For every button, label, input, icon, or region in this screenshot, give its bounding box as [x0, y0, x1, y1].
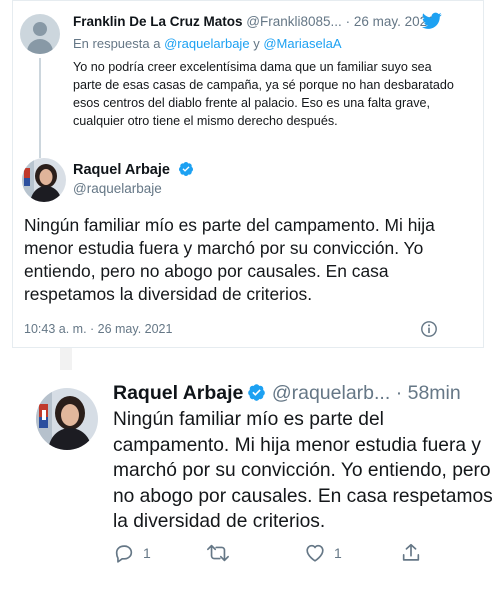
separator-dot: · [345, 14, 351, 29]
retweet-button[interactable] [206, 542, 230, 564]
reply-button[interactable]: 1 [113, 542, 151, 564]
reply-author-name[interactable]: Franklin De La Cruz Matos [73, 14, 243, 29]
author-avatar[interactable] [22, 158, 66, 202]
reply-tweet-text: Yo no podría creer excelentísima dama qu… [73, 60, 454, 128]
share-icon [402, 543, 420, 561]
reply-count: 1 [143, 545, 151, 561]
main-tweet-text: Ningún familiar mío es parte del campame… [24, 215, 435, 304]
mobile-author-header: Raquel Arbaje @raquelarb... · 58min [113, 382, 461, 405]
reply-to-user-link[interactable]: @MariaselaA [263, 36, 341, 51]
verified-icon [178, 162, 193, 176]
reply-to-user-link[interactable]: @raquelarbaje [164, 36, 249, 51]
avatar-head-shape [33, 22, 47, 36]
author-avatar[interactable] [36, 388, 98, 450]
mobile-author-handle[interactable]: @raquelarb... [272, 382, 390, 404]
author-avatar-image [36, 388, 98, 450]
tweet-timestamp[interactable]: 10:43 a. m. · 26 may. 2021 [24, 322, 172, 336]
author-name-text: Raquel Arbaje [73, 162, 170, 178]
mobile-time-ago: · 58min [395, 382, 461, 404]
share-button[interactable] [400, 542, 422, 564]
reply-icon [115, 545, 133, 563]
avatar-body-shape [27, 39, 53, 54]
retweet-icon [207, 544, 229, 562]
info-icon[interactable] [420, 320, 438, 338]
reply-to-line: En respuesta a @raquelarbaje y @Mariasel… [73, 36, 342, 51]
like-icon [306, 544, 324, 562]
reply-to-and: y [253, 36, 260, 51]
twitter-bird-icon[interactable] [422, 12, 442, 30]
mobile-author-name[interactable]: Raquel Arbaje [113, 382, 243, 404]
author-handle[interactable]: @raquelarbaje [73, 181, 162, 196]
like-button[interactable]: 1 [304, 542, 342, 564]
reply-author-handle[interactable]: @Frankli8085... [246, 14, 342, 29]
author-name[interactable]: Raquel Arbaje [73, 161, 194, 178]
reply-to-prefix: En respuesta a [73, 36, 161, 51]
thread-connector-line [39, 58, 41, 158]
verified-icon [248, 384, 266, 401]
mobile-tweet-text: Ningún familiar mío es parte del campame… [113, 409, 493, 532]
reply-tweet-header: Franklin De La Cruz Matos @Frankli8085..… [73, 14, 435, 29]
like-count: 1 [334, 545, 342, 561]
default-avatar[interactable] [20, 14, 60, 54]
author-avatar-image [22, 158, 66, 202]
